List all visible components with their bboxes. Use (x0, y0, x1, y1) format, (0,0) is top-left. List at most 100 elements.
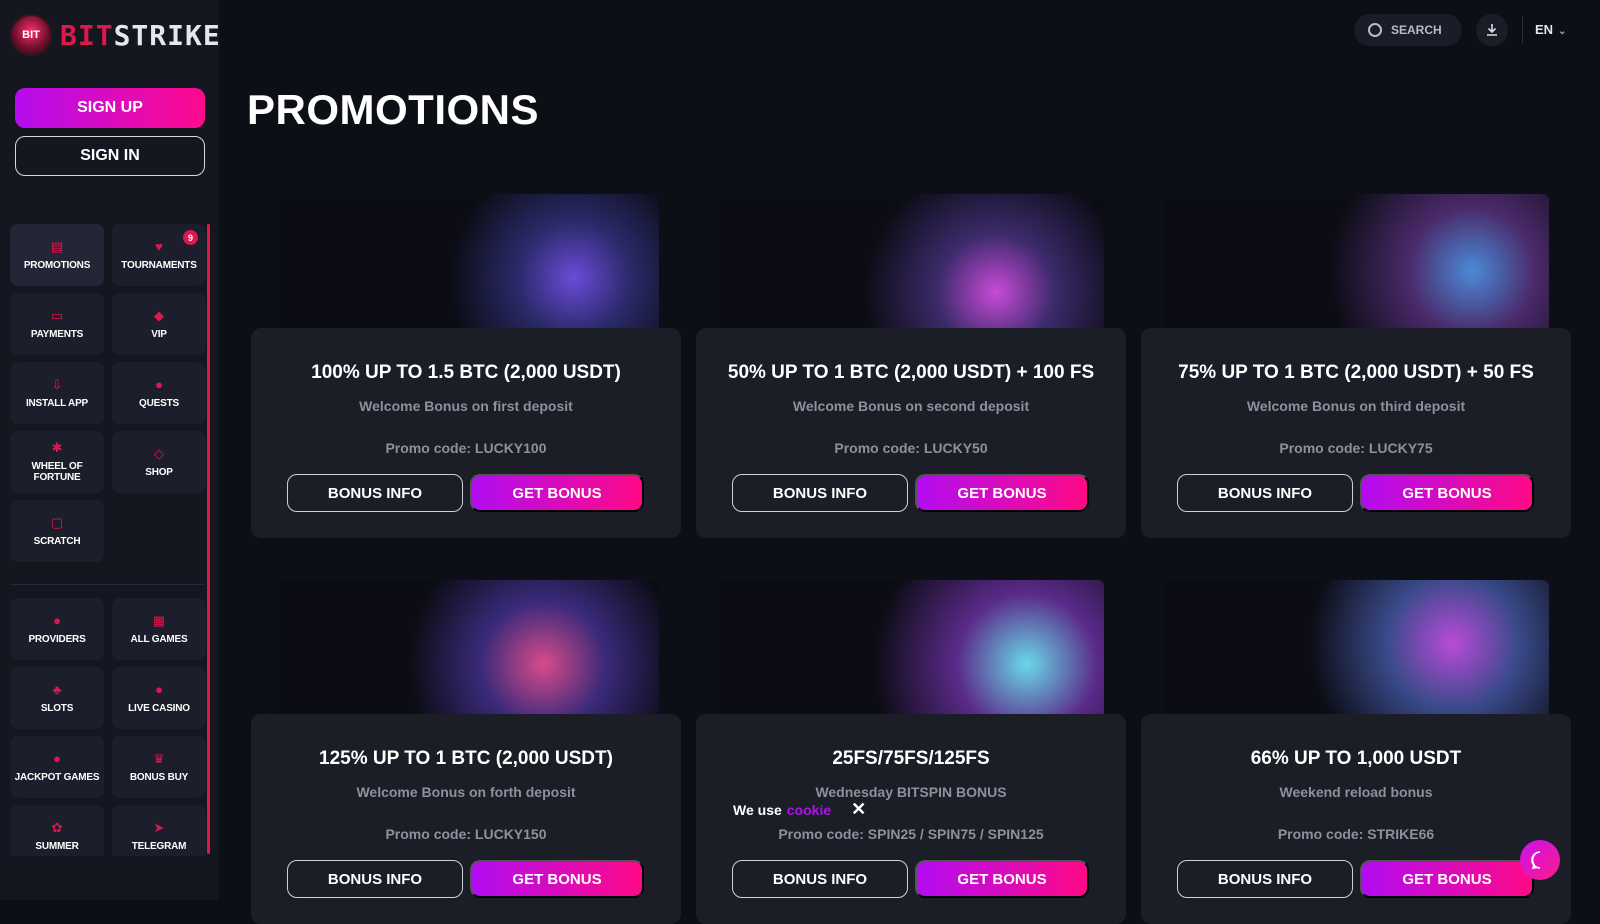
quest-icon: ● (155, 376, 163, 392)
sidebar: BIT BITSTRIKE SIGN UP SIGN IN ▤ PROMOTION… (0, 0, 221, 900)
nav-tile-telegram[interactable]: ➤ TELEGRAM (112, 805, 206, 856)
scratch-icon: ▢ (50, 514, 64, 530)
page-title: PROMOTIONS (247, 86, 540, 133)
grid-icon: ▦ (152, 612, 166, 628)
promo-card-image (718, 580, 1104, 720)
sidebar-scrollbar[interactable] (207, 224, 210, 854)
promo-card-image (1163, 194, 1549, 334)
wallet-icon: ▭ (50, 307, 64, 323)
bonus-info-button[interactable]: BONUS INFO (287, 860, 463, 898)
download-button[interactable] (1476, 14, 1508, 46)
topbar-divider (1522, 16, 1523, 44)
search-label: SEARCH (1391, 23, 1442, 37)
promo-subtitle: Welcome Bonus on second deposit (792, 398, 1030, 414)
nav-tile-wheel-of-fortune[interactable]: ✱ WHEEL OF FORTUNE (10, 431, 104, 493)
nav-tile-label: JACKPOT GAMES (14, 771, 100, 783)
nav-tile-label: INSTALL APP (25, 397, 89, 409)
nav-tile-bonus-buy[interactable]: ♛ BONUS BUY (112, 736, 206, 798)
nav-tile-live-casino[interactable]: ● LIVE CASINO (112, 667, 206, 729)
cookie-banner: We use cookie ✕ (733, 799, 866, 820)
gift-icon: ▤ (50, 238, 64, 254)
nav-tile-label: PROVIDERS (28, 633, 86, 645)
nav-tile-jackpot-games[interactable]: ● JACKPOT GAMES (10, 736, 104, 798)
get-bonus-button[interactable]: GET BONUS (470, 474, 644, 512)
nav-tile-label: TELEGRAM (131, 840, 187, 852)
nav-tile-label: PROMOTIONS (23, 259, 91, 271)
summer-icon: ✿ (51, 819, 63, 835)
promo-card-body: 75% UP TO 1 BTC (2,000 USDT) + 50 FS Wel… (1141, 328, 1571, 538)
get-bonus-button[interactable]: GET BONUS (470, 860, 644, 898)
trophy-icon: ♥ (155, 238, 163, 254)
nav-tile-slots[interactable]: ♣ SLOTS (10, 667, 104, 729)
chevron-down-icon: ⌄ (1558, 26, 1567, 37)
logo-badge-icon: BIT (10, 14, 52, 56)
promo-subtitle: Welcome Bonus on third deposit (1246, 398, 1466, 414)
bonus-info-button[interactable]: BONUS INFO (1177, 860, 1353, 898)
promo-code: Promo code: LUCKY100 (385, 440, 547, 456)
promo-code: Promo code: LUCKY75 (1279, 440, 1433, 456)
promo-subtitle: Weekend reload bonus (1279, 784, 1433, 800)
get-bonus-button[interactable]: GET BONUS (1360, 474, 1534, 512)
promo-card-image (273, 580, 659, 720)
nav-tile-label: VIP (151, 328, 167, 340)
jackpot-icon: ● (53, 750, 61, 766)
chat-icon (1531, 851, 1541, 869)
nav-tile-shop[interactable]: ◇ SHOP (112, 431, 206, 493)
nav-tile-label: LIVE CASINO (128, 702, 190, 714)
get-bonus-button[interactable]: GET BONUS (915, 860, 1089, 898)
providers-icon: ● (53, 612, 61, 628)
promo-title: 100% UP TO 1.5 BTC (2,000 USDT) (311, 362, 621, 383)
promo-title: 66% UP TO 1,000 USDT (1250, 748, 1462, 769)
close-icon[interactable]: ✕ (851, 799, 866, 820)
cookie-text: We use (733, 801, 782, 818)
nav-tile-providers[interactable]: ● PROVIDERS (10, 598, 104, 660)
get-bonus-button[interactable]: GET BONUS (915, 474, 1089, 512)
nav-tile-label: SLOTS (40, 702, 74, 714)
notification-badge: 9 (183, 230, 198, 245)
nav-tile-payments[interactable]: ▭ PAYMENTS (10, 293, 104, 355)
nav-tile-scratch[interactable]: ▢ SCRATCH (10, 500, 104, 562)
crown-icon: ♛ (153, 750, 165, 766)
sign-up-button[interactable]: SIGN UP (15, 88, 205, 128)
tag-icon: ◇ (154, 445, 164, 461)
nav-tile-all-games[interactable]: ▦ ALL GAMES (112, 598, 206, 660)
promo-card-body: 66% UP TO 1,000 USDT Weekend reload bonu… (1141, 714, 1571, 924)
nav-tile-label: SHOP (145, 466, 173, 478)
promo-card-image (1163, 580, 1549, 720)
language-selector[interactable]: EN ⌄ (1535, 22, 1566, 37)
nav-tile-install-app[interactable]: ⇩ INSTALL APP (10, 362, 104, 424)
chip-icon: ● (155, 681, 163, 697)
promo-subtitle: Wednesday BITSPIN BONUS (815, 784, 1007, 800)
nav-tile-vip[interactable]: ◆ VIP (112, 293, 206, 355)
logo[interactable]: BIT BITSTRIKE (10, 14, 221, 56)
search-button[interactable]: SEARCH (1354, 14, 1462, 46)
nav-tile-quests[interactable]: ● QUESTS (112, 362, 206, 424)
get-bonus-button[interactable]: GET BONUS (1360, 860, 1534, 898)
sign-in-button[interactable]: SIGN IN (15, 136, 205, 176)
download-icon: ⇩ (51, 376, 63, 392)
bonus-info-button[interactable]: BONUS INFO (732, 474, 908, 512)
promo-card-body: 125% UP TO 1 BTC (2,000 USDT) Welcome Bo… (251, 714, 681, 924)
nav-tile-label: TOURNAMENTS (121, 259, 197, 271)
promo-subtitle: Welcome Bonus on forth deposit (356, 784, 576, 800)
cookie-link[interactable]: cookie (787, 802, 831, 818)
promo-title: 75% UP TO 1 BTC (2,000 USDT) + 50 FS (1178, 362, 1534, 383)
nav-tile-summer[interactable]: ✿ SUMMER (10, 805, 104, 856)
promo-title: 125% UP TO 1 BTC (2,000 USDT) (319, 748, 613, 769)
bonus-info-button[interactable]: BONUS INFO (287, 474, 463, 512)
promo-code: Promo code: STRIKE66 (1277, 826, 1435, 842)
nav-tile-label: BONUS BUY (129, 771, 189, 783)
promo-subtitle: Welcome Bonus on first deposit (359, 398, 573, 414)
search-icon (1368, 23, 1382, 37)
sidebar-nav[interactable]: ▤ PROMOTIONS ♥ TOURNAMENTS 9 ▭ PAYMENTS ◆ VIP ⇩ IN… (0, 222, 212, 856)
nav-tile-tournaments[interactable]: ♥ TOURNAMENTS 9 (112, 224, 206, 286)
nav-tile-promotions[interactable]: ▤ PROMOTIONS (10, 224, 104, 286)
telegram-icon: ➤ (153, 819, 165, 835)
bonus-info-button[interactable]: BONUS INFO (732, 860, 908, 898)
nav-tile-label: PAYMENTS (30, 328, 84, 340)
bonus-info-button[interactable]: BONUS INFO (1177, 474, 1353, 512)
nav-group-games: ● PROVIDERS ▦ ALL GAMES ♣ SLOTS ● LIVE CASINO ● J… (10, 598, 206, 856)
promo-card-image (718, 194, 1104, 334)
chat-button[interactable] (1520, 840, 1560, 880)
nav-tile-label: SCRATCH (33, 535, 81, 547)
